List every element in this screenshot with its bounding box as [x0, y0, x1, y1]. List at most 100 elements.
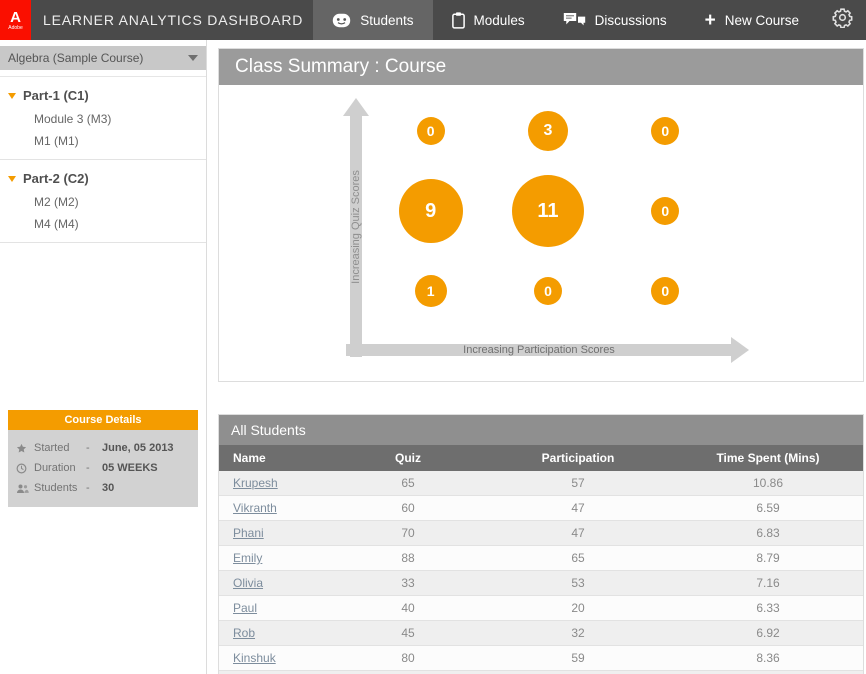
student-name-link[interactable]: Phani [233, 526, 264, 540]
student-name-link[interactable]: Kinshuk [233, 651, 276, 665]
bubble-value[interactable]: 1 [415, 275, 447, 307]
tree-node-part-2[interactable]: Part-2 (C2) [0, 166, 206, 191]
cell-quiz: 40 [333, 596, 483, 621]
bubble-value[interactable]: 3 [528, 111, 568, 151]
student-name-link[interactable]: Emily [233, 551, 262, 565]
cell-quiz: 65 [333, 471, 483, 496]
cell-participation: 47 [483, 671, 673, 674]
nav-item-discussions[interactable]: Discussions [544, 0, 686, 40]
bubble-value[interactable]: 0 [651, 277, 679, 305]
cell-participation: 32 [483, 621, 673, 646]
main-content: Class Summary : Course Increasing Quiz S… [207, 40, 866, 674]
plus-icon: + [705, 11, 716, 30]
adobe-logo: A Adobe [0, 0, 31, 40]
bubble-value[interactable]: 11 [512, 175, 584, 247]
bubble-value[interactable]: 0 [417, 117, 445, 145]
nav-item-students[interactable]: Students [313, 0, 432, 40]
nav-item-modules[interactable]: Modules [433, 0, 544, 40]
course-details-panel: Course Details Started-June, 05 2013Dura… [8, 410, 198, 507]
cell-quiz: 58 [333, 671, 483, 674]
course-detail-row: Started-June, 05 2013 [14, 438, 192, 458]
cell-participation: 65 [483, 546, 673, 571]
triangle-down-icon [8, 93, 16, 99]
detail-value: June, 05 2013 [102, 442, 174, 454]
cell-quiz: 33 [333, 571, 483, 596]
tree-section-1: Part-1 (C1) Module 3 (M3)M1 (M1) [0, 77, 206, 160]
bubble-cell: 0 [372, 91, 489, 171]
student-name-link[interactable]: Paul [233, 601, 257, 615]
settings-button[interactable] [818, 0, 866, 40]
clock-icon [16, 463, 34, 474]
tree-leaf-module[interactable]: Module 3 (M3) [0, 108, 206, 130]
tree-leaf-module[interactable]: M4 (M4) [0, 213, 206, 235]
detail-dash: - [86, 462, 102, 474]
bubble-cell: 3 [489, 91, 606, 171]
chevron-down-icon [188, 55, 198, 61]
tree-leaf-module[interactable]: M2 (M2) [0, 191, 206, 213]
adobe-logo-word: Adobe [8, 25, 22, 31]
course-selector-value: Algebra (Sample Course) [8, 51, 143, 65]
cell-time-spent: 6.92 [673, 621, 863, 646]
adobe-logo-letter: A [10, 10, 21, 25]
y-axis-label: Increasing Quiz Scores [350, 170, 362, 284]
course-selector[interactable]: Algebra (Sample Course) [0, 46, 206, 70]
detail-value: 30 [102, 482, 114, 494]
student-name-link[interactable]: Olivia [233, 576, 263, 590]
detail-label: Students [34, 482, 86, 494]
student-name-link[interactable]: Rob [233, 626, 255, 640]
bubble-cell: 11 [489, 171, 606, 251]
star-icon [16, 443, 34, 454]
students-icon [332, 13, 351, 28]
table-row: Emily 88658.79 [219, 546, 863, 571]
discussions-icon [563, 12, 586, 28]
page-body: Algebra (Sample Course) Part-1 (C1) Modul… [0, 40, 866, 674]
all-students-title: All Students [219, 415, 863, 445]
cell-name: Paul [219, 596, 333, 621]
tree-node-label: Part-2 (C2) [23, 171, 89, 186]
table-row: Rob45326.92 [219, 621, 863, 646]
students-table-head: NameQuizParticipationTime Spent (Mins) [219, 445, 863, 471]
table-row: Vikranth60476.59 [219, 496, 863, 521]
bubble-value[interactable]: 0 [651, 197, 679, 225]
cell-name: Emily [219, 546, 333, 571]
cell-name: Leah [219, 671, 333, 674]
tree-node-part-1[interactable]: Part-1 (C1) [0, 83, 206, 108]
cell-time-spent: 6.33 [673, 596, 863, 621]
tree-section-2: Part-2 (C2) M2 (M2)M4 (M4) [0, 160, 206, 243]
course-tree: Part-1 (C1) Module 3 (M3)M1 (M1) Part-2 (C… [0, 76, 206, 243]
cell-time-spent: 8.79 [673, 546, 863, 571]
class-summary-panel: Class Summary : Course Increasing Quiz S… [218, 48, 864, 382]
modules-icon [452, 12, 465, 29]
nav-item-label: New Course [725, 13, 799, 28]
bubble-value[interactable]: 0 [534, 277, 562, 305]
column-header: Name [219, 445, 333, 471]
nav-item-new-course[interactable]: + New Course [686, 0, 818, 40]
detail-label: Started [34, 442, 86, 454]
students-table: NameQuizParticipationTime Spent (Mins) K… [219, 445, 863, 674]
header-row: NameQuizParticipationTime Spent (Mins) [219, 445, 863, 471]
bubble-cell: 9 [372, 171, 489, 251]
detail-label: Duration [34, 462, 86, 474]
cell-name: Rob [219, 621, 333, 646]
sidebar: Algebra (Sample Course) Part-1 (C1) Modul… [0, 40, 207, 674]
student-name-link[interactable]: Krupesh [233, 476, 278, 490]
student-name-link[interactable]: Vikranth [233, 501, 277, 515]
cell-quiz: 88 [333, 546, 483, 571]
column-header: Participation [483, 445, 673, 471]
students-table-body: Krupesh655710.86Vikranth60476.59Phani704… [219, 471, 863, 674]
nav-item-label: Students [360, 13, 413, 28]
tree-leaf-module[interactable]: M1 (M1) [0, 130, 206, 152]
cell-time-spent: 6.83 [673, 521, 863, 546]
tree-node-label: Part-1 (C1) [23, 88, 89, 103]
bubble-value[interactable]: 9 [399, 179, 463, 243]
table-row: Phani70476.83 [219, 521, 863, 546]
cell-name: Phani [219, 521, 333, 546]
topbar: A Adobe LEARNER ANALYTICS DASHBOARD Stud… [0, 0, 866, 40]
nav-item-label: Discussions [595, 13, 667, 28]
bubble-value[interactable]: 0 [651, 117, 679, 145]
topbar-nav: Students Modules Discussions + New Course [313, 0, 818, 40]
cell-time-spent: 10.86 [673, 471, 863, 496]
table-row: Kinshuk80598.36 [219, 646, 863, 671]
nav-item-label: Modules [474, 13, 525, 28]
bubble-cell: 0 [607, 171, 724, 251]
